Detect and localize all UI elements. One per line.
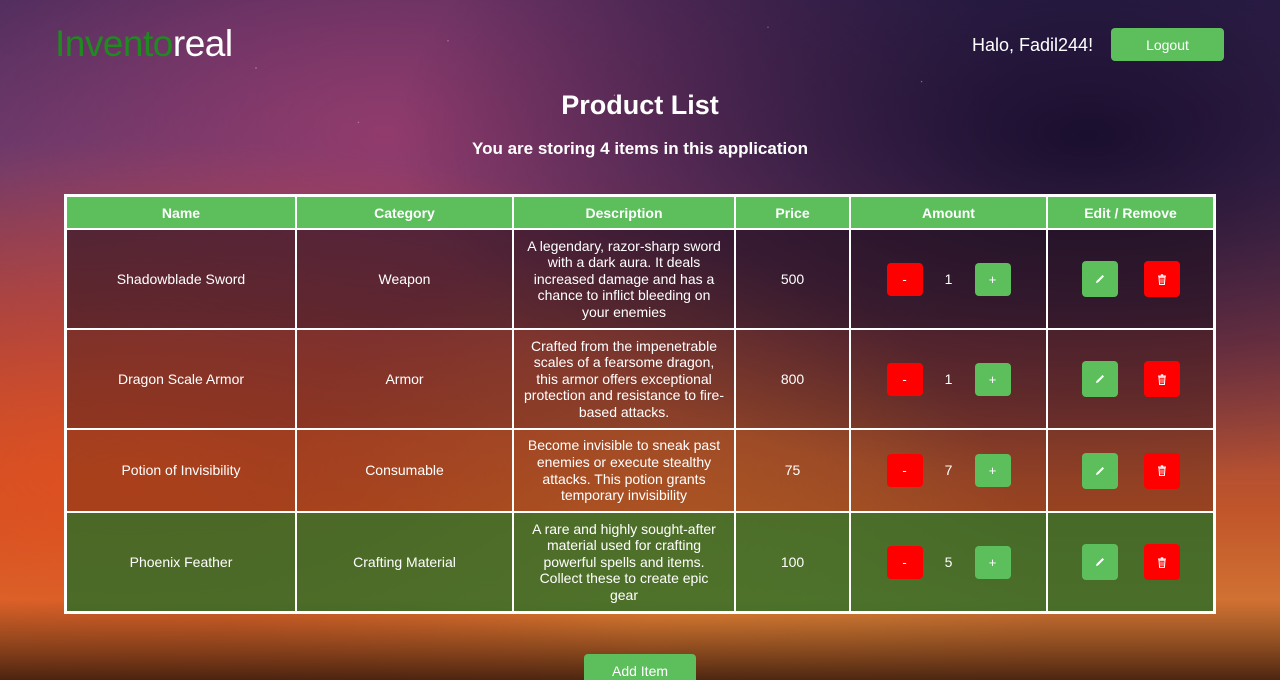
increase-amount-button[interactable]: + (974, 454, 1011, 487)
table-row: Shadowblade Sword Weapon A legendary, ra… (66, 229, 1214, 329)
decrease-amount-button[interactable]: - (886, 454, 923, 487)
decrease-amount-button[interactable]: - (886, 362, 923, 396)
page-title: Product List (561, 90, 719, 120)
edit-button[interactable] (1081, 544, 1118, 580)
product-name: Shadowblade Sword (66, 229, 296, 329)
delete-button[interactable] (1143, 261, 1180, 297)
product-category: Crafting Material (296, 512, 513, 612)
product-name: Phoenix Feather (66, 512, 296, 612)
pencil-icon (1095, 375, 1104, 383)
column-header-actions: Edit / Remove (1047, 196, 1214, 229)
logo-part-2: real (172, 23, 233, 64)
amount-value: 1 (944, 370, 953, 387)
increase-amount-button[interactable]: + (974, 545, 1011, 579)
product-description: A legendary, razor-sharp sword with a da… (513, 229, 735, 329)
product-price: 500 (735, 229, 850, 329)
product-price: 800 (735, 329, 850, 429)
actions-cell (1047, 229, 1214, 329)
edit-button[interactable] (1081, 261, 1118, 297)
table-row: Potion of Invisibility Consumable Become… (66, 429, 1214, 512)
column-header-amount: Amount (850, 196, 1047, 229)
delete-button[interactable] (1143, 452, 1180, 489)
trash-icon (1157, 273, 1166, 285)
product-name: Potion of Invisibility (66, 429, 296, 512)
product-price: 100 (735, 512, 850, 612)
logout-button[interactable]: Logout (1111, 28, 1224, 61)
app-logo[interactable]: Inventoreal (55, 22, 233, 66)
pencil-icon (1095, 558, 1104, 566)
product-name: Dragon Scale Armor (66, 329, 296, 429)
actions-cell (1047, 329, 1214, 429)
pencil-icon (1095, 275, 1104, 283)
column-header-price: Price (735, 196, 850, 229)
actions-cell (1047, 429, 1214, 512)
product-price: 75 (735, 429, 850, 512)
amount-value: 7 (944, 462, 953, 479)
table-header-row: Name Category Description Price Amount E… (66, 196, 1214, 229)
amount-cell: - 1 + (850, 329, 1047, 429)
table-row: Dragon Scale Armor Armor Crafted from th… (66, 329, 1214, 429)
column-header-description: Description (513, 196, 735, 229)
column-header-name: Name (66, 196, 296, 229)
amount-value: 1 (944, 270, 953, 287)
page-subtitle: You are storing 4 items in this applicat… (472, 139, 808, 158)
edit-button[interactable] (1081, 452, 1118, 489)
actions-cell (1047, 512, 1214, 612)
logo-part-1: Invento (55, 23, 173, 64)
pencil-icon (1095, 466, 1104, 475)
product-category: Armor (296, 329, 513, 429)
product-description: A rare and highly sought-after material … (513, 512, 735, 612)
user-greeting: Halo, Fadil244! (972, 35, 1094, 55)
increase-amount-button[interactable]: + (974, 362, 1011, 396)
decrease-amount-button[interactable]: - (886, 262, 923, 296)
trash-icon (1157, 556, 1166, 568)
table-row: Phoenix Feather Crafting Material A rare… (66, 512, 1214, 612)
delete-button[interactable] (1143, 544, 1180, 580)
product-description: Crafted from the impenetrable scales of … (513, 329, 735, 429)
edit-button[interactable] (1081, 361, 1118, 397)
amount-cell: - 5 + (850, 512, 1047, 612)
amount-cell: - 1 + (850, 229, 1047, 329)
delete-button[interactable] (1143, 361, 1180, 397)
amount-value: 5 (944, 553, 953, 570)
product-category: Weapon (296, 229, 513, 329)
trash-icon (1157, 373, 1166, 385)
amount-cell: - 7 + (850, 429, 1047, 512)
decrease-amount-button[interactable]: - (886, 545, 923, 579)
increase-amount-button[interactable]: + (974, 262, 1011, 296)
product-description: Become invisible to sneak past enemies o… (513, 429, 735, 512)
column-header-category: Category (296, 196, 513, 229)
trash-icon (1157, 465, 1166, 476)
product-table: Name Category Description Price Amount E… (64, 194, 1216, 614)
add-item-button[interactable]: Add Item (584, 654, 696, 680)
product-category: Consumable (296, 429, 513, 512)
